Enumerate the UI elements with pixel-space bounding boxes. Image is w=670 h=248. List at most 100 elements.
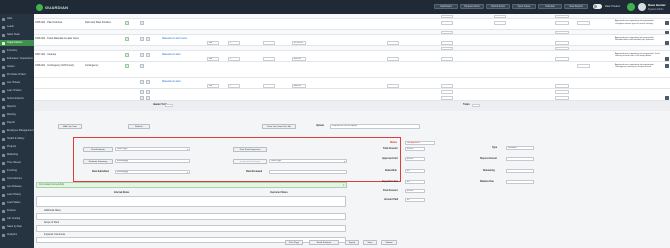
move-icon[interactable]	[146, 80, 150, 84]
edit-icon[interactable]	[125, 53, 129, 57]
top-button-schedule[interactable]: Schedule	[538, 4, 562, 9]
total-input[interactable]	[441, 96, 453, 100]
price-input[interactable]	[555, 14, 569, 19]
copy-icon[interactable]	[140, 21, 144, 25]
sidebar-item-leads[interactable]: Leads	[0, 24, 34, 30]
date-submitted-input[interactable]: mm/dd/yyyy ▾	[115, 170, 190, 175]
amount-paid-input[interactable]: $0	[405, 198, 425, 203]
print-estimate-button[interactable]: Print Estimate	[83, 147, 113, 152]
sidebar-item-loan-tracker[interactable]: Loan Tracker	[0, 88, 34, 94]
tax-input[interactable]	[387, 57, 399, 61]
delete-icon[interactable]	[665, 41, 669, 45]
price-input[interactable]	[555, 21, 569, 25]
table-row[interactable]: 0196-001 · Fixed Materials & Labor Items…	[34, 35, 670, 46]
print-page-button[interactable]: Print Page	[285, 240, 303, 245]
scope-of-work-textarea[interactable]	[36, 225, 346, 232]
move-icon[interactable]	[146, 90, 150, 94]
total-input[interactable]	[441, 90, 453, 94]
edit-icon[interactable]	[125, 21, 129, 25]
price-input[interactable]: $550.00	[292, 57, 306, 61]
qty-input[interactable]	[494, 21, 506, 25]
qty-input[interactable]	[494, 14, 506, 19]
avatar[interactable]	[638, 3, 646, 11]
save-line-items-button[interactable]: Save Line Items For Job	[262, 124, 296, 129]
balance-input[interactable]	[506, 180, 534, 185]
edit-icon[interactable]	[125, 37, 129, 41]
approved-amount-input[interactable]: $8,460	[405, 157, 425, 162]
unit-input[interactable]	[441, 46, 453, 51]
top-button-request[interactable]: Request Assist	[460, 4, 484, 9]
delete-icon[interactable]	[665, 21, 669, 25]
sidebar-item-organizations[interactable]: Organizations	[0, 40, 34, 47]
app-logo[interactable]: GUARDIAN	[36, 3, 88, 11]
sidebar-item-analytics[interactable]: Analytics	[0, 232, 34, 238]
inspection-select[interactable]: Select type ▾	[269, 159, 347, 164]
type-input[interactable]: Standard	[506, 146, 534, 151]
add-line-item-button[interactable]: Add Line Item	[58, 124, 82, 129]
item-link[interactable]: Materials & Labor Items	[162, 37, 187, 40]
sidebar-item-payroll[interactable]: Payroll	[0, 120, 34, 126]
status-select[interactable]	[577, 21, 590, 25]
sidebar-item-jobs[interactable]: Jobs	[0, 16, 34, 22]
submit-button[interactable]: Submit	[381, 240, 397, 245]
unit-select[interactable]: Job	[207, 84, 219, 88]
rate-input[interactable]	[263, 57, 275, 61]
copy-icon[interactable]	[140, 80, 144, 84]
status-input[interactable]: Not Approved	[405, 141, 435, 146]
upload-input[interactable]: Drop files or click to upload	[330, 124, 420, 129]
date-reviewed-input[interactable]	[269, 170, 347, 175]
additional-notes-textarea[interactable]	[36, 213, 346, 220]
move-icon[interactable]	[146, 53, 150, 57]
sidebar-item-inventory[interactable]: Inventory	[0, 48, 34, 54]
inspection-fee-input[interactable]: $0	[405, 180, 425, 185]
top-button-reports[interactable]: View Reports	[564, 4, 588, 9]
table-row[interactable]: 0195-001 · Paint Finishes Paint and Stai…	[34, 19, 670, 30]
email-estimate-button[interactable]: Email Estimate	[309, 240, 339, 245]
sidebar-item-lien-release[interactable]: Lien Release	[0, 184, 34, 190]
sidebar-item-commissions[interactable]: Commissions	[0, 176, 34, 182]
totals-input[interactable]	[472, 103, 480, 108]
table-row[interactable]: 0198-001 · Contingency (10% Fund) Contin…	[34, 62, 670, 78]
total-input[interactable]	[441, 84, 453, 88]
sidebar-item-purchase-orders[interactable]: Purchase Orders	[0, 72, 34, 78]
price-input[interactable]	[555, 30, 569, 35]
header-total-input[interactable]	[165, 103, 173, 108]
table-subrow[interactable]	[34, 89, 670, 101]
close-icon[interactable]: ×	[343, 183, 345, 188]
refresh-button[interactable]: Refresh	[128, 124, 150, 129]
status-select[interactable]	[577, 64, 590, 68]
cost-input[interactable]	[555, 90, 569, 94]
price-input[interactable]: $860.00	[292, 84, 306, 88]
qty-input[interactable]: 1	[228, 41, 240, 45]
sidebar-item-projects[interactable]: Projects	[0, 144, 34, 150]
sidebar-item-finance[interactable]: Finance	[0, 208, 34, 214]
unit-select[interactable]: Job	[207, 41, 219, 45]
total-input[interactable]	[441, 57, 453, 61]
delete-icon[interactable]	[665, 30, 669, 35]
sidebar-item-assets[interactable]: Assets	[0, 64, 34, 70]
sidebar-item-subcontractors[interactable]: Subcontractors	[0, 96, 34, 102]
edit-icon[interactable]	[125, 64, 129, 68]
cost-input[interactable]	[555, 96, 569, 100]
final-amount-input[interactable]: $8,460	[405, 189, 425, 194]
rate-input[interactable]	[263, 41, 275, 45]
sidebar-item-loan-history[interactable]: Loan History	[0, 192, 34, 198]
tax-input[interactable]	[387, 41, 399, 45]
rate-product-toggle[interactable]	[593, 4, 602, 9]
sidebar-item-estimates-inspections[interactable]: Estimates / Inspections	[0, 56, 34, 62]
top-button-dashboard[interactable]: Dashboard	[434, 4, 458, 9]
copy-icon[interactable]	[140, 96, 144, 100]
total-amount-input[interactable]: $8,460	[405, 147, 425, 152]
export-button[interactable]: Export	[345, 240, 359, 245]
copy-icon[interactable]	[140, 64, 144, 68]
qty-input[interactable]: 1	[228, 57, 240, 61]
sidebar-item-invoicing[interactable]: Invoicing	[0, 168, 34, 174]
estimate-type-select[interactable]: Select type ▾	[115, 147, 190, 152]
deductible-input[interactable]: $0	[405, 169, 425, 174]
copy-icon[interactable]	[140, 53, 144, 57]
notes-textarea[interactable]	[36, 196, 346, 207]
estimate-summary-button[interactable]: Estimate Summary	[83, 159, 113, 164]
table-subrow[interactable]: Materials & Labor Job 1 $860.00	[34, 78, 670, 89]
cost-input[interactable]	[555, 84, 569, 88]
tax-input[interactable]	[387, 84, 399, 88]
